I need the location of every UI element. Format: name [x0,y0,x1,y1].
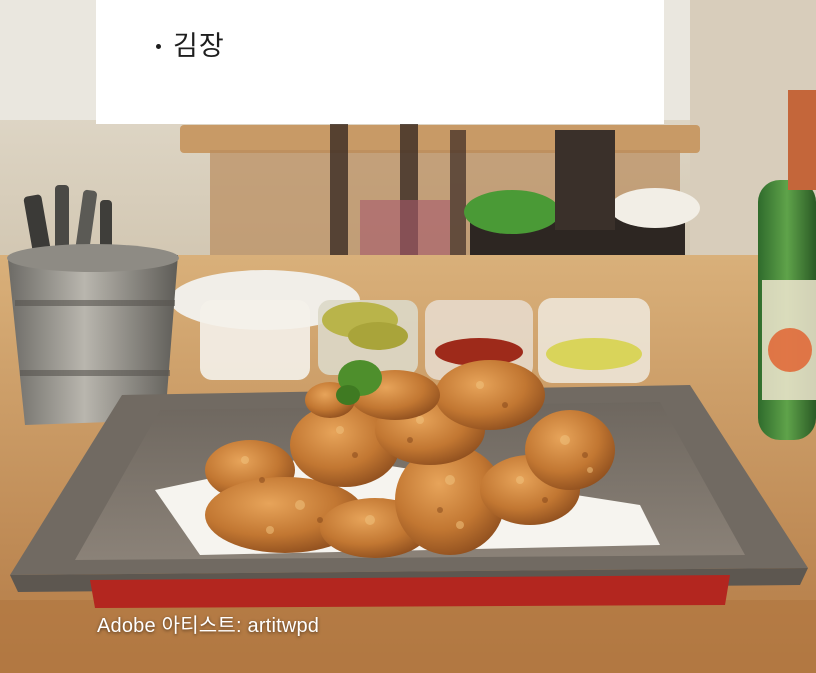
photo-credit: Adobe 아티스트: artitwpd [97,615,320,637]
list-item: 김장 [156,24,225,63]
card-bullet-list: 김장 [156,24,225,63]
bullet-icon [156,44,161,49]
text-card: 김장 [96,0,664,124]
list-item-text: 김장 [173,31,225,62]
